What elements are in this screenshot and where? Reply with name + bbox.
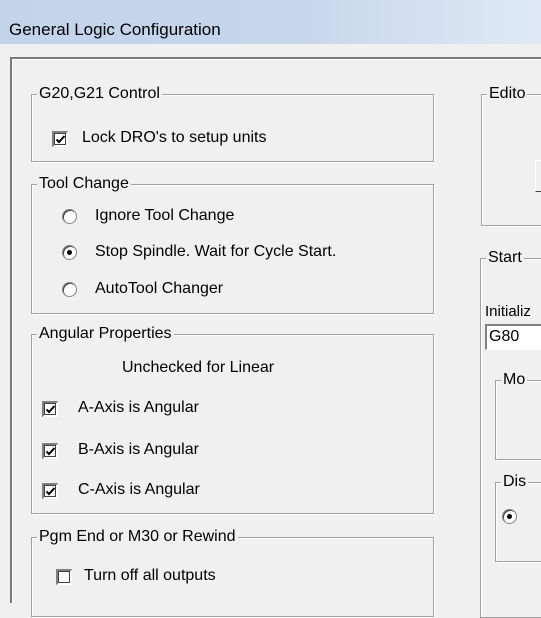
group-legend: Angular Properties (37, 324, 174, 344)
init-codes-input[interactable]: G80 (485, 324, 541, 350)
init-codes-value: G80 (489, 328, 520, 345)
angular-subtitle: Unchecked for Linear (122, 359, 275, 376)
checkbox-label: C-Axis is Angular (78, 481, 200, 498)
group-legend: Mo (501, 370, 528, 390)
editor-group: Edito (481, 84, 541, 226)
checkbox-label: A-Axis is Angular (78, 399, 199, 416)
group-legend: Tool Change (37, 174, 131, 194)
group-legend: Dis (501, 472, 529, 492)
radio-circle[interactable] (62, 245, 77, 260)
checkmark-icon (45, 447, 56, 456)
radio-label: AutoTool Changer (95, 280, 224, 297)
checkbox-box[interactable] (42, 483, 58, 499)
checkbox-label: Turn off all outputs (84, 567, 216, 584)
checkbox-box[interactable] (42, 443, 58, 459)
radio-circle[interactable] (62, 209, 77, 224)
group-legend: G20,G21 Control (37, 84, 162, 104)
lock-dro-label: Lock DRO's to setup units (82, 129, 267, 146)
checkbox-box[interactable] (42, 401, 58, 417)
radio-selected-dot (507, 514, 512, 519)
checkbox-label: B-Axis is Angular (78, 441, 199, 458)
title-bar: General Logic Configuration (0, 0, 541, 44)
group-legend: Edito (487, 84, 528, 104)
dis-radio[interactable] (502, 509, 517, 524)
radio-circle[interactable] (62, 282, 77, 297)
window-title: General Logic Configuration (9, 20, 221, 39)
radio-label: Ignore Tool Change (95, 207, 235, 224)
radio-label: Stop Spindle. Wait for Cycle Start. (95, 243, 337, 260)
checkbox-box[interactable] (56, 569, 72, 585)
mo-group: Mo (495, 370, 541, 460)
init-codes-label: Initializ (485, 303, 531, 320)
checkbox-box[interactable] (52, 131, 68, 147)
radio-selected-dot (67, 250, 72, 255)
frame-highlight-top (12, 59, 541, 60)
checkmark-icon (55, 135, 66, 144)
editor-button[interactable] (535, 160, 541, 192)
frame-highlight-left (12, 59, 13, 603)
g20-g21-control-group: G20,G21 Control (31, 84, 434, 162)
group-legend: Pgm End or M30 or Rewind (37, 527, 238, 547)
group-legend: Start (486, 248, 524, 268)
checkmark-icon (45, 405, 56, 414)
checkmark-icon (45, 487, 56, 496)
